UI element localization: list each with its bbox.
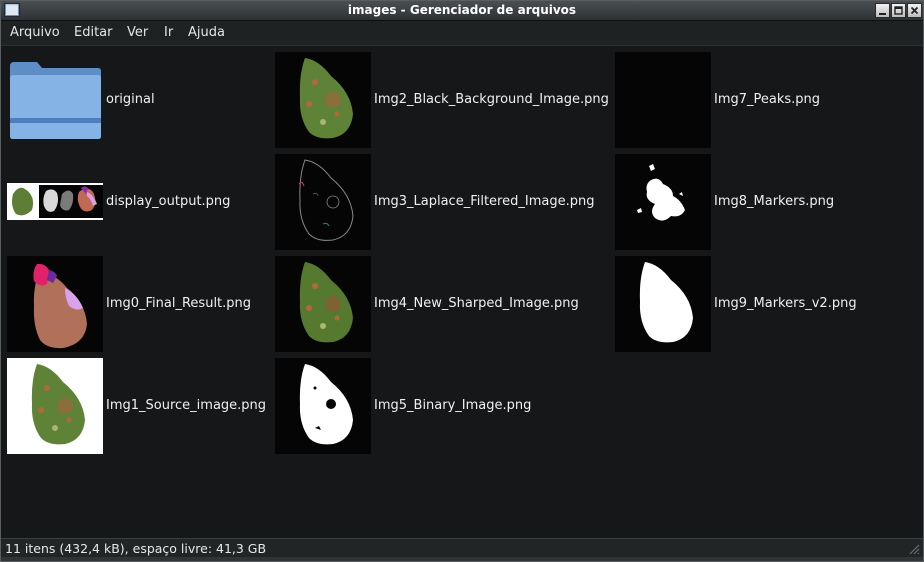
image-thumbnail[interactable]: [7, 256, 103, 352]
resize-grip-icon[interactable]: [906, 541, 920, 555]
menu-editar[interactable]: Editar: [74, 25, 113, 40]
image-thumbnail[interactable]: [275, 154, 371, 250]
status-text: 11 itens (432,4 kB), espaço livre: 41,3 …: [5, 541, 267, 556]
file-name[interactable]: Img8_Markers.png: [714, 194, 834, 209]
folder-icon[interactable]: [7, 52, 103, 148]
file-name[interactable]: Img9_Markers_v2.png: [714, 296, 857, 311]
title-bar[interactable]: images - Gerenciador de arquivos: [1, 1, 923, 21]
maximize-button[interactable]: [891, 3, 906, 18]
menu-arquivo[interactable]: Arquivo: [10, 25, 60, 40]
image-thumbnail[interactable]: [615, 154, 711, 250]
file-name[interactable]: Img5_Binary_Image.png: [374, 398, 531, 413]
image-thumbnail[interactable]: [275, 52, 371, 148]
close-button[interactable]: [907, 3, 922, 18]
file-name[interactable]: Img1_Source_image.png: [106, 398, 266, 413]
image-thumbnail[interactable]: [275, 358, 371, 454]
image-thumbnail[interactable]: [275, 256, 371, 352]
image-thumbnail[interactable]: [7, 358, 103, 454]
image-thumbnail[interactable]: [615, 256, 711, 352]
image-thumbnail[interactable]: [615, 52, 711, 148]
file-icon-view: original display_output.png Img0_Final_R…: [1, 46, 923, 538]
image-thumbnail[interactable]: [7, 154, 103, 250]
file-name[interactable]: Img4_New_Sharped_Image.png: [374, 296, 579, 311]
menu-ajuda[interactable]: Ajuda: [188, 25, 225, 40]
file-name[interactable]: Img0_Final_Result.png: [106, 296, 251, 311]
file-name[interactable]: display_output.png: [106, 194, 230, 209]
minimize-button[interactable]: [875, 3, 890, 18]
file-manager-window: images - Gerenciador de arquivos Arquivo…: [0, 0, 924, 562]
file-name[interactable]: Img7_Peaks.png: [714, 92, 820, 107]
file-name[interactable]: original: [106, 92, 155, 107]
window-bottom-border: [1, 557, 923, 561]
menu-ver[interactable]: Ver: [127, 25, 148, 40]
menu-ir[interactable]: Ir: [164, 25, 173, 40]
file-name[interactable]: Img3_Laplace_Filtered_Image.png: [374, 194, 594, 209]
window-title: images - Gerenciador de arquivos: [347, 3, 577, 17]
status-bar: 11 itens (432,4 kB), espaço livre: 41,3 …: [1, 538, 923, 557]
file-name[interactable]: Img2_Black_Background_Image.png: [374, 92, 609, 107]
menu-bar: Arquivo Editar Ver Ir Ajuda: [1, 21, 923, 46]
